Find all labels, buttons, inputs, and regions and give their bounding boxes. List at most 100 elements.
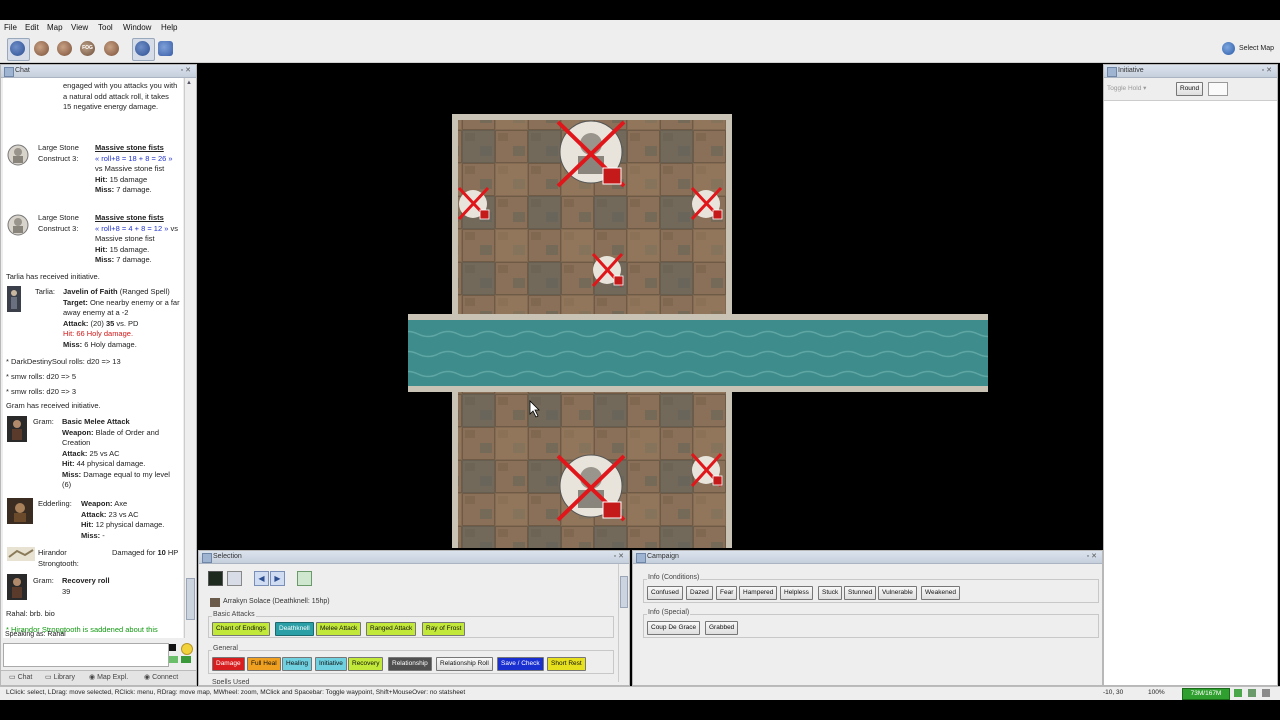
menu-map[interactable]: Map: [47, 23, 63, 32]
selection-title-bar: Selection ▫✕: [199, 551, 629, 564]
grid-mode-icon[interactable]: [158, 41, 173, 56]
menu-tool[interactable]: Tool: [98, 23, 113, 32]
melee-attack-button[interactable]: Melee Attack: [316, 622, 362, 636]
general-label: General: [212, 645, 239, 652]
healing-button[interactable]: Healing: [282, 657, 313, 671]
water-corridor: [408, 320, 988, 386]
letterbox-bottom: [0, 700, 1280, 720]
token-construct-small[interactable]: [690, 186, 723, 221]
chat-message: Javelin of Faith (Ranged Spell) Target: …: [63, 287, 180, 349]
draw-tool-icon[interactable]: [34, 41, 49, 56]
campaign-title-bar: Campaign ▫✕: [633, 551, 1102, 564]
chat-input[interactable]: [3, 643, 169, 667]
pointer-tool-icon[interactable]: [10, 41, 25, 56]
menu-help[interactable]: Help: [161, 23, 177, 32]
damage-button[interactable]: Damage: [212, 657, 245, 671]
tab-map-explorer[interactable]: ◉ Map Expl.: [89, 673, 128, 681]
connection-status-icon: [1234, 689, 1242, 697]
chat-message: Recovery roll 39: [62, 576, 110, 596]
template-tool-icon[interactable]: [57, 41, 72, 56]
round-field[interactable]: [1208, 82, 1228, 96]
deathknell-button[interactable]: Deathknell: [275, 622, 314, 636]
map-canvas[interactable]: [198, 64, 1101, 548]
tab-library[interactable]: ▭ Library: [45, 673, 75, 681]
status-hint: LClick: select, LDrag: move selected, RC…: [6, 689, 466, 696]
coup-de-grace-button[interactable]: Coup De Grace: [647, 621, 701, 635]
select-map-button[interactable]: Select Map: [1221, 42, 1274, 55]
grabbed-button[interactable]: Grabbed: [705, 621, 739, 635]
panel-window-buttons[interactable]: ▫✕: [181, 65, 193, 77]
relationship-button[interactable]: Relationship: [388, 657, 432, 671]
hirandor-portrait: [7, 547, 35, 561]
topology-tool-icon[interactable]: [104, 41, 119, 56]
campaign-title: Campaign: [647, 553, 679, 560]
condition-vulnerable-button[interactable]: Vulnerable: [878, 586, 917, 600]
conditions-group: Info (Conditions) Confused Dazed Fear Ha…: [643, 574, 1099, 603]
condition-confused-button[interactable]: Confused: [647, 586, 683, 600]
token-construct-small[interactable]: [591, 252, 624, 288]
select-all-icon[interactable]: [208, 571, 223, 586]
ranged-attack-button[interactable]: Ranged Attack: [366, 622, 417, 636]
speaking-as-label: Speaking as: Rahal: [5, 631, 66, 638]
recovery-button[interactable]: Recovery: [348, 657, 384, 671]
chat-log[interactable]: engaged with you attacks you with a natu…: [3, 78, 183, 638]
scroll-up-icon[interactable]: ▲: [186, 80, 192, 86]
token-construct-small[interactable]: [457, 186, 490, 221]
next-token-icon[interactable]: ▶: [270, 571, 285, 586]
token-large-construct[interactable]: [556, 454, 626, 522]
tab-connections[interactable]: ◉ Connect: [144, 673, 178, 681]
activity-icon: [1248, 689, 1256, 697]
selected-token-name: Arrakyn Solace (Deathknell: 15hp): [223, 598, 330, 605]
chat-message: Tarlia has received initiative.: [6, 272, 100, 281]
chat-scrollbar[interactable]: ▲: [184, 78, 195, 638]
panel-window-buttons[interactable]: ▫✕: [614, 551, 626, 563]
memory-usage[interactable]: 73M/167M: [1182, 688, 1230, 700]
condition-stuck-button[interactable]: Stuck: [818, 586, 843, 600]
tab-chat[interactable]: ▭ Chat: [9, 673, 32, 681]
condition-dazed-button[interactable]: Dazed: [686, 586, 713, 600]
full-heal-button[interactable]: Full Heal: [247, 657, 281, 671]
save-check-button[interactable]: Save / Check: [497, 657, 544, 671]
menu-view[interactable]: View: [71, 23, 88, 32]
relationship-roll-button[interactable]: Relationship Roll: [436, 657, 493, 671]
short-rest-button[interactable]: Short Rest: [547, 657, 586, 671]
globe-icon: [1221, 42, 1235, 55]
toggle-hold-dropdown[interactable]: Toggle Hold ▾: [1107, 84, 1146, 92]
ray-of-frost-button[interactable]: Ray of Frost: [422, 622, 466, 636]
status-bar: LClick: select, LDrag: move selected, RC…: [0, 686, 1280, 701]
typing-indicator-icon[interactable]: [181, 656, 191, 663]
condition-hampered-button[interactable]: Hampered: [739, 586, 778, 600]
panel-window-buttons[interactable]: ▫✕: [1262, 65, 1274, 77]
condition-stunned-button[interactable]: Stunned: [844, 586, 877, 600]
menu-file[interactable]: File: [4, 23, 17, 32]
panel-window-buttons[interactable]: ▫✕: [1087, 551, 1099, 563]
menu-edit[interactable]: Edit: [25, 23, 39, 32]
initiative-button[interactable]: Initiative: [315, 657, 347, 671]
smiley-icon[interactable]: [181, 643, 193, 655]
text-color-icon[interactable]: [169, 644, 176, 651]
chat-notify-icon[interactable]: [169, 656, 178, 663]
scrollbar-thumb[interactable]: [186, 578, 195, 620]
refresh-icon[interactable]: [297, 571, 312, 586]
fog-tool-icon[interactable]: FOG: [80, 41, 95, 56]
menu-window[interactable]: Window: [123, 23, 151, 32]
selection-scrollbar[interactable]: [618, 564, 628, 682]
selection-panel-icon: [202, 553, 212, 563]
condition-fear-button[interactable]: Fear: [716, 586, 738, 600]
token-construct-small[interactable]: [690, 452, 723, 488]
condition-helpless-button[interactable]: Helpless: [780, 586, 813, 600]
chant-of-endings-button[interactable]: Chant of Endings: [212, 622, 270, 636]
deselect-icon[interactable]: [227, 571, 242, 586]
pointer-mode-icon[interactable]: [135, 41, 150, 56]
basic-attacks-group: Basic Attacks Chant of Endings Deathknel…: [208, 611, 614, 638]
tarlia-portrait: [7, 286, 21, 312]
map-view[interactable]: [198, 64, 1101, 548]
map-coordinates: -10, 30: [1103, 689, 1124, 696]
condition-weakened-button[interactable]: Weakened: [921, 586, 960, 600]
basic-attacks-label: Basic Attacks: [212, 611, 256, 618]
token-large-construct[interactable]: [556, 120, 626, 188]
previous-token-icon[interactable]: ◀: [254, 571, 269, 586]
round-button[interactable]: Round: [1176, 82, 1204, 96]
scrollbar-thumb[interactable]: [620, 576, 628, 608]
chat-message: Weapon: Axe Attack: 23 vs AC Hit: 12 phy…: [81, 499, 165, 540]
